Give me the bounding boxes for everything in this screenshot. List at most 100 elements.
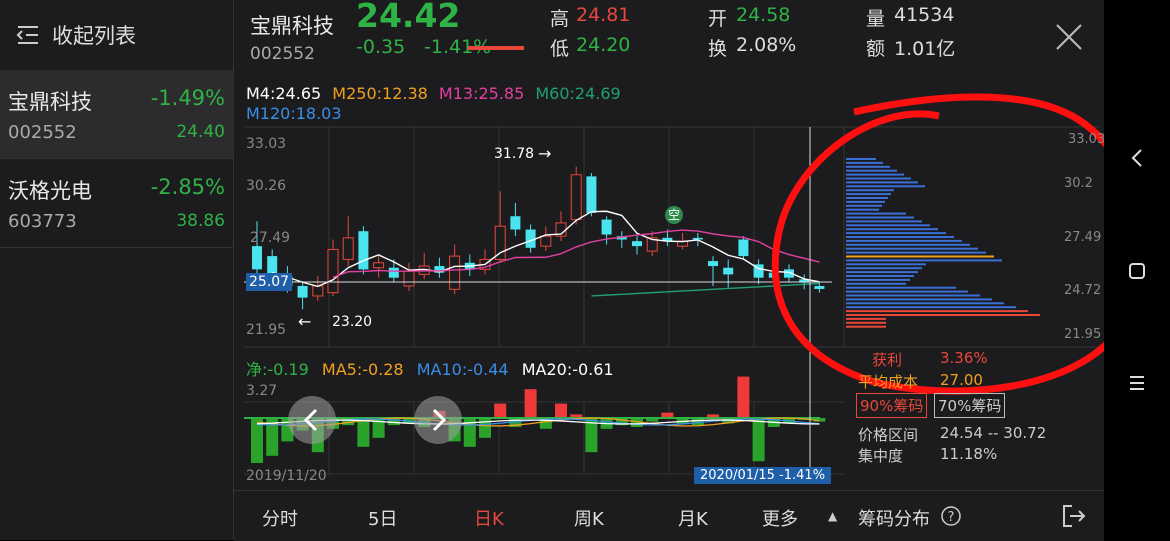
- high-label: 高: [550, 8, 570, 30]
- candle: [814, 285, 825, 289]
- candle: [723, 267, 734, 275]
- chip-bar: [846, 290, 968, 293]
- stock-price: 24.40: [176, 122, 225, 142]
- chip-bar: [846, 255, 994, 258]
- chip-distribution-label[interactable]: 筹码分布: [858, 505, 930, 531]
- chip-bar: [846, 212, 906, 215]
- candle: [342, 237, 354, 260]
- avg-cost-label: 平均成本: [858, 373, 919, 391]
- chip-bar: [846, 200, 885, 203]
- system-nav-bar: [1104, 0, 1170, 540]
- volume-value: 41534: [894, 4, 955, 26]
- cursor-date-tag: 2020/01/15 -1.41%: [694, 467, 832, 484]
- profit-value: 3.36%: [940, 349, 988, 367]
- quote-stock-code: 002552: [250, 44, 315, 64]
- quote-stock-name: 宝鼎科技: [250, 14, 334, 38]
- candle: [632, 241, 642, 247]
- candle: [373, 262, 385, 269]
- chip-bar: [846, 317, 886, 320]
- candle: [510, 216, 521, 230]
- candle: [403, 270, 415, 287]
- tab-weekly[interactable]: 周K: [574, 505, 604, 531]
- menu-icon[interactable]: [1124, 370, 1150, 396]
- chip-bar: [846, 310, 1028, 313]
- chip-bar: [846, 259, 1002, 262]
- svg-text:?: ?: [948, 510, 955, 525]
- chip-bar: [846, 169, 897, 172]
- indicator-bar: [555, 403, 567, 418]
- ma60-line: [591, 282, 820, 297]
- y-tick-label: 30.26: [246, 178, 287, 194]
- chip-90-button[interactable]: 90%筹码: [856, 393, 928, 418]
- tab-intraday[interactable]: 分时: [262, 505, 298, 531]
- indicator-top-label: 3.27: [246, 383, 278, 399]
- y-tick-label: 21.95: [246, 322, 287, 338]
- back-icon[interactable]: [1124, 145, 1150, 171]
- candle: [570, 174, 582, 221]
- candle: [358, 231, 369, 270]
- chip-bar: [846, 161, 883, 164]
- chip-bar: [846, 208, 879, 211]
- chip-bar: [846, 185, 925, 188]
- chip-bar: [846, 173, 904, 176]
- quote-header: 宝鼎科技 002552 24.42 -0.35 -1.41% 高 24.81 低…: [234, 0, 1104, 72]
- divider: [0, 247, 233, 248]
- chip-bar: [846, 197, 888, 199]
- stock-name: 宝鼎科技: [8, 90, 92, 114]
- price-range-value: 24.54 -- 30.72: [940, 424, 1047, 442]
- watchlist-item[interactable]: 宝鼎科技 -1.49% 002552 24.40: [0, 70, 233, 158]
- scroll-left-button[interactable]: [288, 396, 336, 444]
- chevron-right-icon: [432, 408, 447, 432]
- ma20-indicator-label: MA20:-0.61: [521, 360, 614, 379]
- chip-bar: [846, 158, 876, 160]
- indicator-bar: [524, 389, 537, 418]
- chip-bar: [846, 228, 938, 231]
- chip-bar: [846, 181, 918, 184]
- chip-bar: [846, 298, 992, 301]
- chip-bar: [846, 189, 894, 192]
- current-price-tag: 25.07: [246, 273, 293, 291]
- active-tab-underline: [468, 46, 524, 50]
- divider: [0, 158, 233, 159]
- start-date-label: 2019/11/20: [246, 468, 327, 484]
- chip-bar: [846, 314, 1040, 316]
- chip-bar: [846, 193, 891, 196]
- low-value: 24.20: [576, 34, 631, 56]
- candle: [252, 246, 262, 270]
- candle: [708, 261, 718, 267]
- concentration-value: 11.18%: [940, 445, 998, 463]
- indicator-bar: [357, 418, 370, 447]
- stock-change: -1.49%: [150, 86, 225, 110]
- close-icon[interactable]: [1054, 22, 1084, 52]
- chip-bar: [846, 239, 962, 242]
- low-label: 低: [550, 38, 570, 60]
- stock-change: -2.85%: [150, 175, 225, 199]
- tab-5day[interactable]: 5日: [368, 505, 397, 531]
- tab-daily[interactable]: 日K: [474, 505, 504, 531]
- home-icon[interactable]: [1124, 258, 1150, 284]
- candle: [312, 285, 324, 297]
- collapse-list-button[interactable]: 收起列表: [0, 0, 233, 70]
- chip-bar: [846, 271, 918, 274]
- chip-70-button[interactable]: 70%筹码: [934, 393, 1006, 418]
- chip-bar: [846, 321, 886, 324]
- help-icon[interactable]: ?: [940, 505, 962, 527]
- event-marker[interactable]: 空: [665, 206, 683, 224]
- chip-bar: [846, 251, 986, 254]
- candle: [601, 219, 612, 235]
- chip-axis-label: 21.95: [1064, 327, 1102, 342]
- candle: [388, 267, 399, 278]
- tab-more[interactable]: 更多: [762, 505, 798, 531]
- collapse-list-label: 收起列表: [52, 24, 136, 48]
- tab-monthly[interactable]: 月K: [678, 505, 708, 531]
- high-annotation: 31.78: [494, 146, 535, 162]
- watchlist-item[interactable]: 沃格光电 -2.85% 603773 38.86: [0, 159, 233, 247]
- candle: [449, 255, 461, 290]
- chip-bar: [846, 286, 956, 289]
- chip-bar: [846, 302, 1004, 305]
- export-icon[interactable]: [1060, 503, 1086, 529]
- indicator-bar: [737, 376, 750, 418]
- candle: [586, 176, 597, 213]
- low-annotation: 23.20: [332, 314, 373, 330]
- scroll-right-button[interactable]: [414, 396, 462, 444]
